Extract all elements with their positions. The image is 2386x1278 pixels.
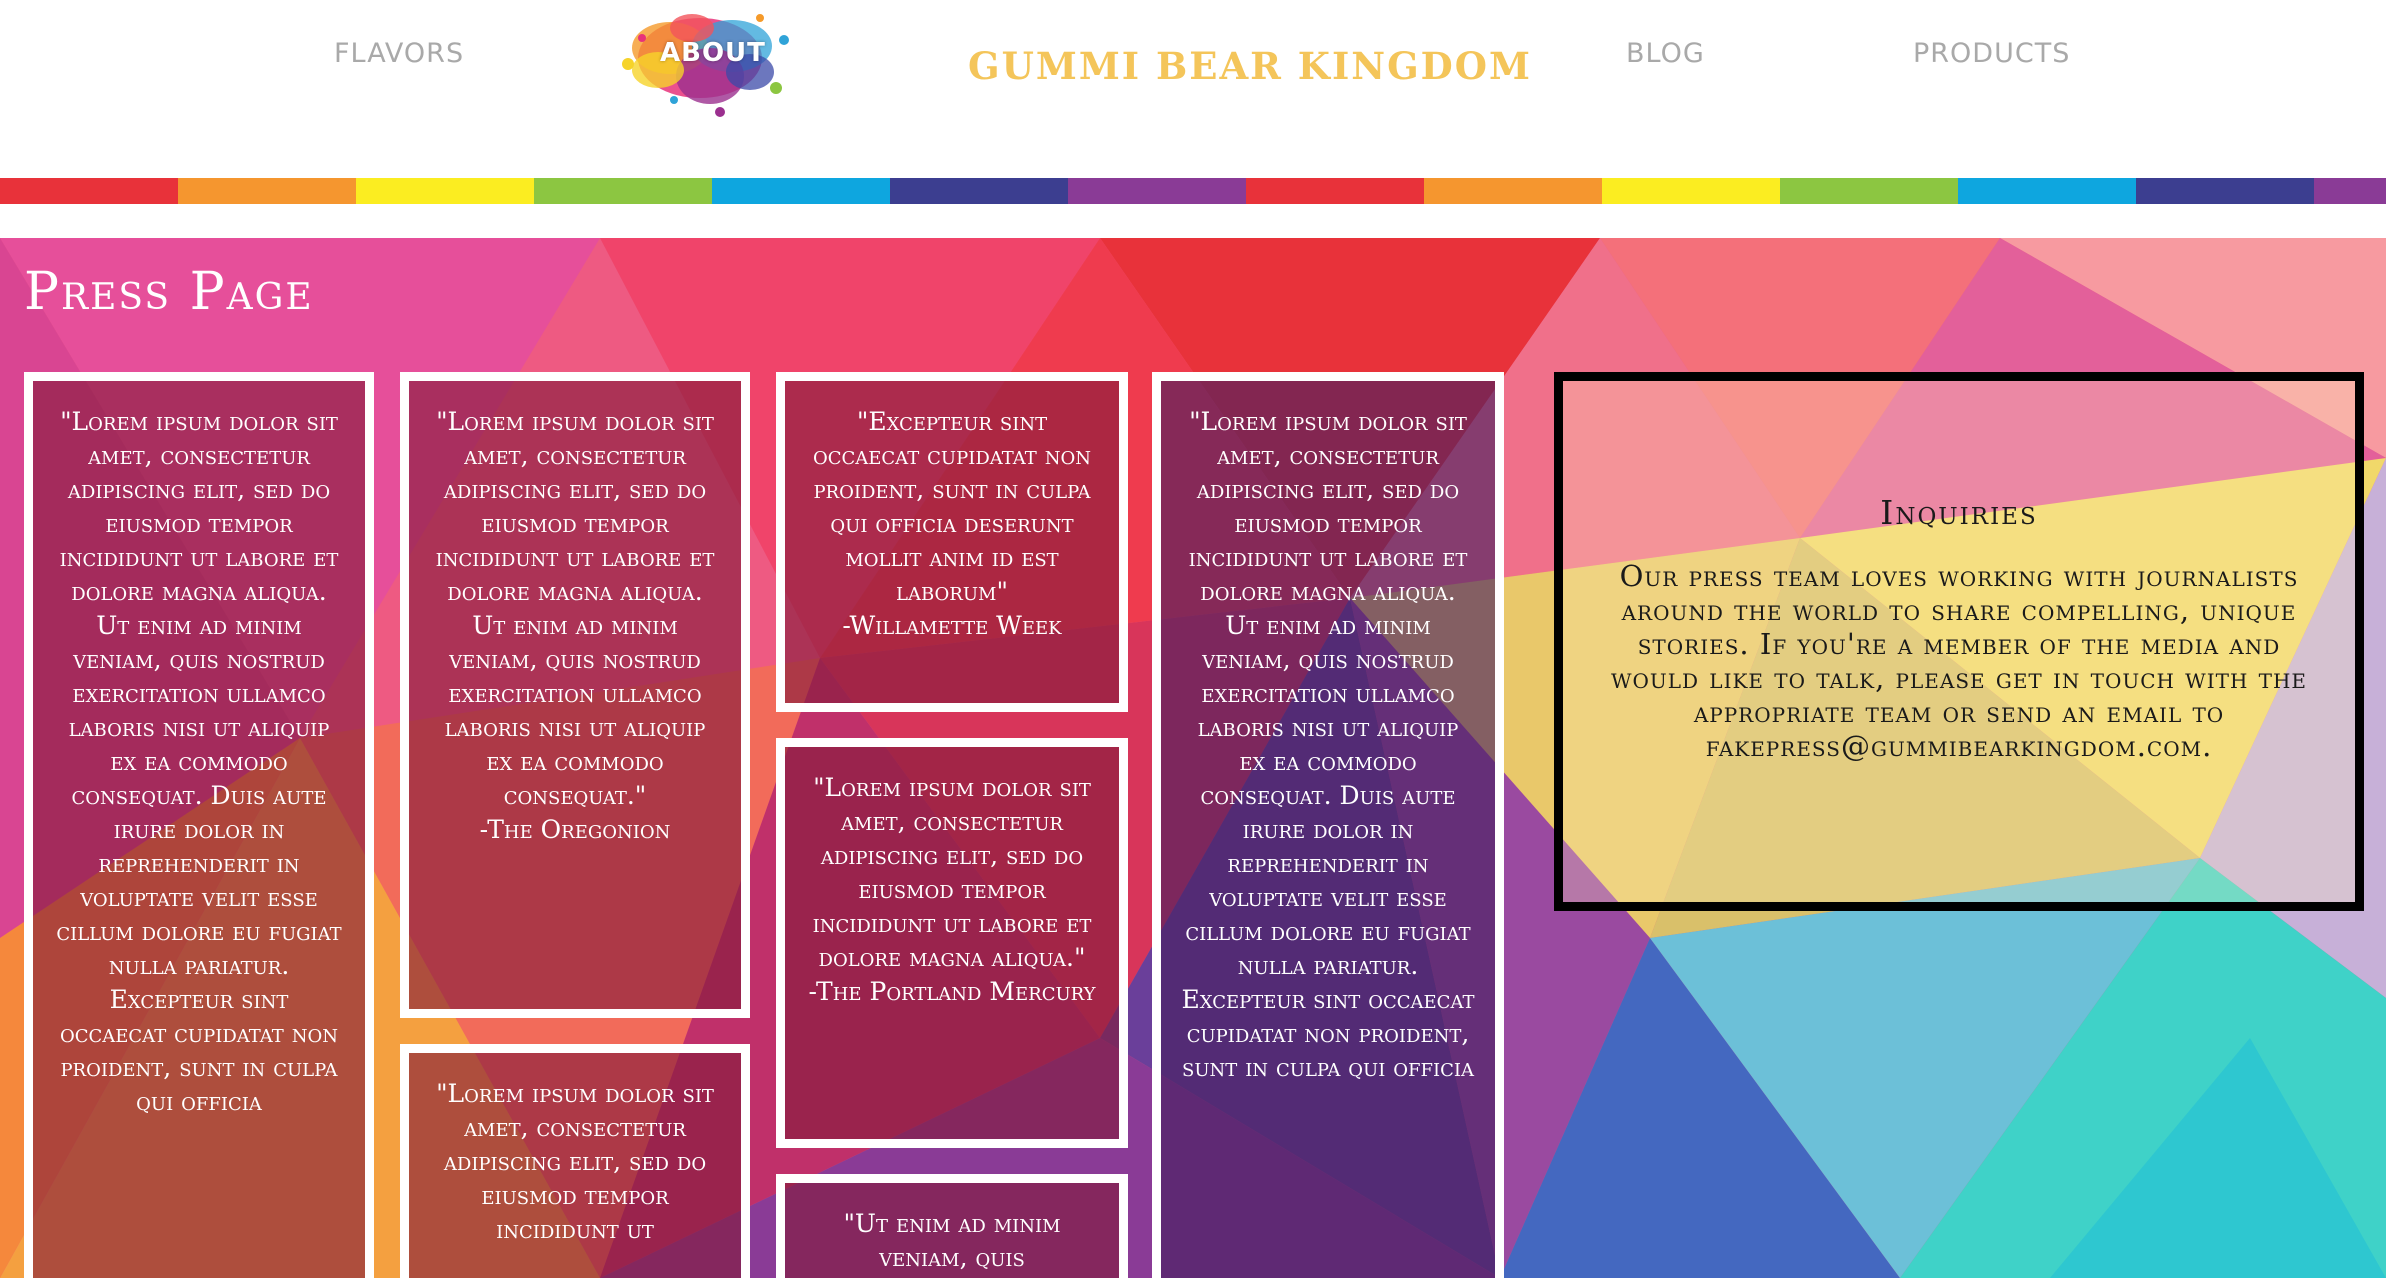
nav-flavors-link[interactable]: FLAVORS — [334, 38, 464, 69]
inquiries-body: Our press team loves working with journa… — [1610, 559, 2308, 763]
rainbow-segment — [534, 178, 712, 204]
brand-logo[interactable]: GUMMI BEAR KINGDOM — [968, 44, 1532, 88]
rainbow-stripe — [0, 178, 2386, 204]
nav-products-link[interactable]: PRODUCTS — [1913, 38, 2070, 69]
rainbow-segment — [712, 178, 890, 204]
quote-text: "Lorem ipsum dolor sit amet, consectetur… — [1181, 407, 1475, 1082]
quote-source: -The Portland Mercury — [808, 977, 1096, 1006]
quote-text: "Lorem ipsum dolor sit amet, consectetur… — [435, 407, 715, 810]
quote-text: "Lorem ipsum dolor sit amet, consectetur… — [436, 1079, 714, 1244]
press-quote-card: "Lorem ipsum dolor sit amet, consectetur… — [400, 1044, 750, 1278]
press-quote-card: "Excepteur sint occaecat cupidatat non p… — [776, 372, 1128, 712]
quote-source: -Willamette Week — [842, 611, 1062, 640]
nav-about-label: ABOUT — [660, 38, 766, 68]
press-quote-card: "Lorem ipsum dolor sit amet, consectetur… — [24, 372, 374, 1278]
inquiries-box: Inquiries Our press team loves working w… — [1554, 372, 2364, 911]
nav-about-link[interactable]: ABOUT — [600, 0, 810, 128]
press-section: Press Page "Lorem ipsum dolor sit amet, … — [0, 238, 2386, 1278]
quote-text: "Lorem ipsum dolor sit amet, consectetur… — [812, 773, 1092, 972]
press-quote-card: "Lorem ipsum dolor sit amet, consectetur… — [776, 738, 1128, 1148]
page-title: Press Page — [24, 262, 314, 322]
rainbow-segment — [178, 178, 356, 204]
rainbow-segment — [356, 178, 534, 204]
rainbow-segment — [1958, 178, 2136, 204]
rainbow-segment — [890, 178, 1068, 204]
rainbow-segment — [2136, 178, 2314, 204]
quote-text: "Lorem ipsum dolor sit amet, consectetur… — [56, 407, 342, 1116]
quote-source: -The Oregonion — [479, 815, 671, 844]
inquiries-title: Inquiries — [1880, 493, 2038, 532]
rainbow-segment — [0, 178, 178, 204]
press-quote-card: "Lorem ipsum dolor sit amet, consectetur… — [1152, 372, 1504, 1278]
site-header: FLAVORS ABOUT GUMMI BEAR KINGDOM BLOG PR… — [0, 0, 2386, 178]
press-quote-card: "Lorem ipsum dolor sit amet, consectetur… — [400, 372, 750, 1018]
rainbow-segment — [1780, 178, 1958, 204]
rainbow-segment — [1068, 178, 1246, 204]
rainbow-segment — [2314, 178, 2386, 204]
press-quote-card: "Ut enim ad minim veniam, quis — [776, 1174, 1128, 1278]
quote-text: "Ut enim ad minim veniam, quis — [843, 1209, 1061, 1272]
rainbow-segment — [1602, 178, 1780, 204]
rainbow-segment — [1424, 178, 1602, 204]
rainbow-segment — [1246, 178, 1424, 204]
quote-text: "Excepteur sint occaecat cupidatat non p… — [812, 407, 1092, 606]
nav-blog-link[interactable]: BLOG — [1626, 38, 1705, 69]
